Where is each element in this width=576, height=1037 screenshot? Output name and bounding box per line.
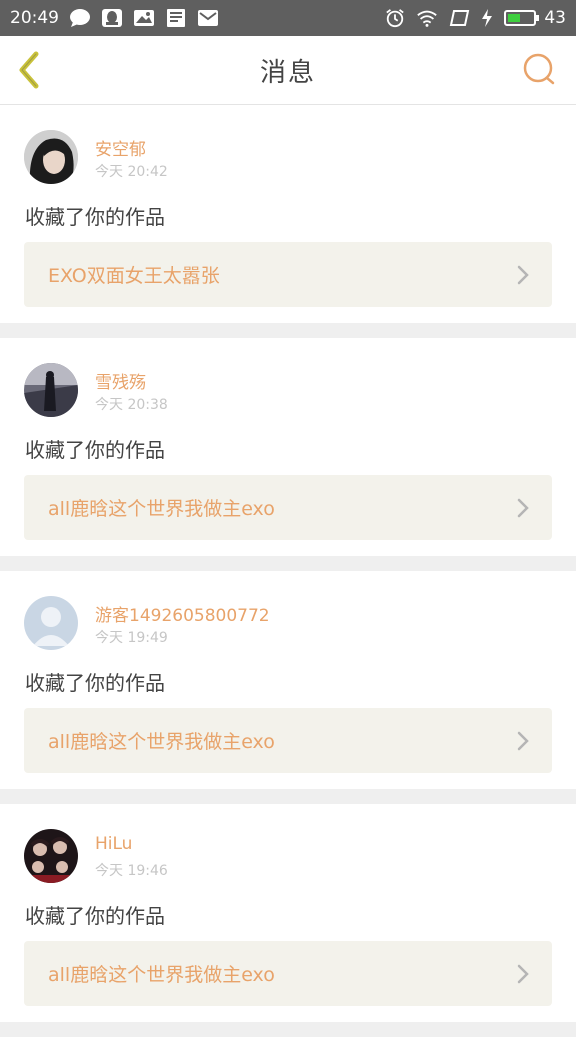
message-card: HiLu 今天 19:46 收藏了你的作品 all鹿晗这个世界我做主exo xyxy=(0,804,576,1022)
work-title: all鹿晗这个世界我做主exo xyxy=(48,498,275,520)
news-icon xyxy=(167,9,185,27)
status-time: 20:49 xyxy=(10,8,59,28)
page-title: 消息 xyxy=(259,57,316,88)
work-title: all鹿晗这个世界我做主exo xyxy=(48,964,275,986)
chevron-right-icon xyxy=(517,265,529,285)
work-link[interactable]: all鹿晗这个世界我做主exo xyxy=(24,941,552,1006)
avatar[interactable] xyxy=(24,829,78,883)
timestamp: 今天 19:49 xyxy=(95,630,168,646)
action-text: 收藏了你的作品 xyxy=(25,205,165,229)
chevron-right-icon xyxy=(517,731,529,751)
chevron-right-icon xyxy=(517,964,529,984)
username[interactable]: 游客1492605800772 xyxy=(95,601,270,626)
back-arrow-icon[interactable] xyxy=(14,50,46,90)
alarm-clock-icon xyxy=(386,9,405,28)
avatar[interactable] xyxy=(24,130,78,184)
action-text: 收藏了你的作品 xyxy=(25,671,165,695)
work-link[interactable]: all鹿晗这个世界我做主exo xyxy=(24,475,552,540)
chat-bubble-icon xyxy=(70,9,90,27)
battery-level: 43 xyxy=(544,8,566,28)
message-card: 安空郁 今天 20:42 收藏了你的作品 EXO双面女王太嚣张 xyxy=(0,105,576,323)
username[interactable]: HiLu xyxy=(95,834,132,854)
wifi-icon xyxy=(417,10,438,27)
message-card: 雪残殇 今天 20:38 收藏了你的作品 all鹿晗这个世界我做主exo xyxy=(0,338,576,556)
action-text: 收藏了你的作品 xyxy=(25,438,165,462)
status-bar: 20:49 43 xyxy=(0,0,576,36)
photo-message-icon xyxy=(134,10,154,26)
username[interactable]: 安空郁 xyxy=(95,135,146,160)
message-list: 安空郁 今天 20:42 收藏了你的作品 EXO双面女王太嚣张 雪残殇 今天 2… xyxy=(0,105,576,1037)
work-title: EXO双面女王太嚣张 xyxy=(48,265,220,287)
charging-icon xyxy=(482,9,493,27)
work-link[interactable]: EXO双面女王太嚣张 xyxy=(24,242,552,307)
timestamp: 今天 20:42 xyxy=(95,164,168,180)
header-bar: 消息 xyxy=(0,36,576,105)
chevron-right-icon xyxy=(517,498,529,518)
username[interactable]: 雪残殇 xyxy=(95,368,146,393)
timestamp: 今天 19:46 xyxy=(95,863,168,879)
search-icon[interactable] xyxy=(522,52,556,86)
qq-icon xyxy=(102,9,122,27)
message-card: 游客1492605800772 今天 19:49 收藏了你的作品 all鹿晗这个… xyxy=(0,571,576,789)
screen-rotation-icon xyxy=(450,10,470,26)
mail-icon xyxy=(198,10,218,26)
avatar[interactable] xyxy=(24,596,78,650)
timestamp: 今天 20:38 xyxy=(95,397,168,413)
avatar[interactable] xyxy=(24,363,78,417)
battery-icon xyxy=(504,10,540,26)
work-title: all鹿晗这个世界我做主exo xyxy=(48,731,275,753)
work-link[interactable]: all鹿晗这个世界我做主exo xyxy=(24,708,552,773)
action-text: 收藏了你的作品 xyxy=(25,904,165,928)
